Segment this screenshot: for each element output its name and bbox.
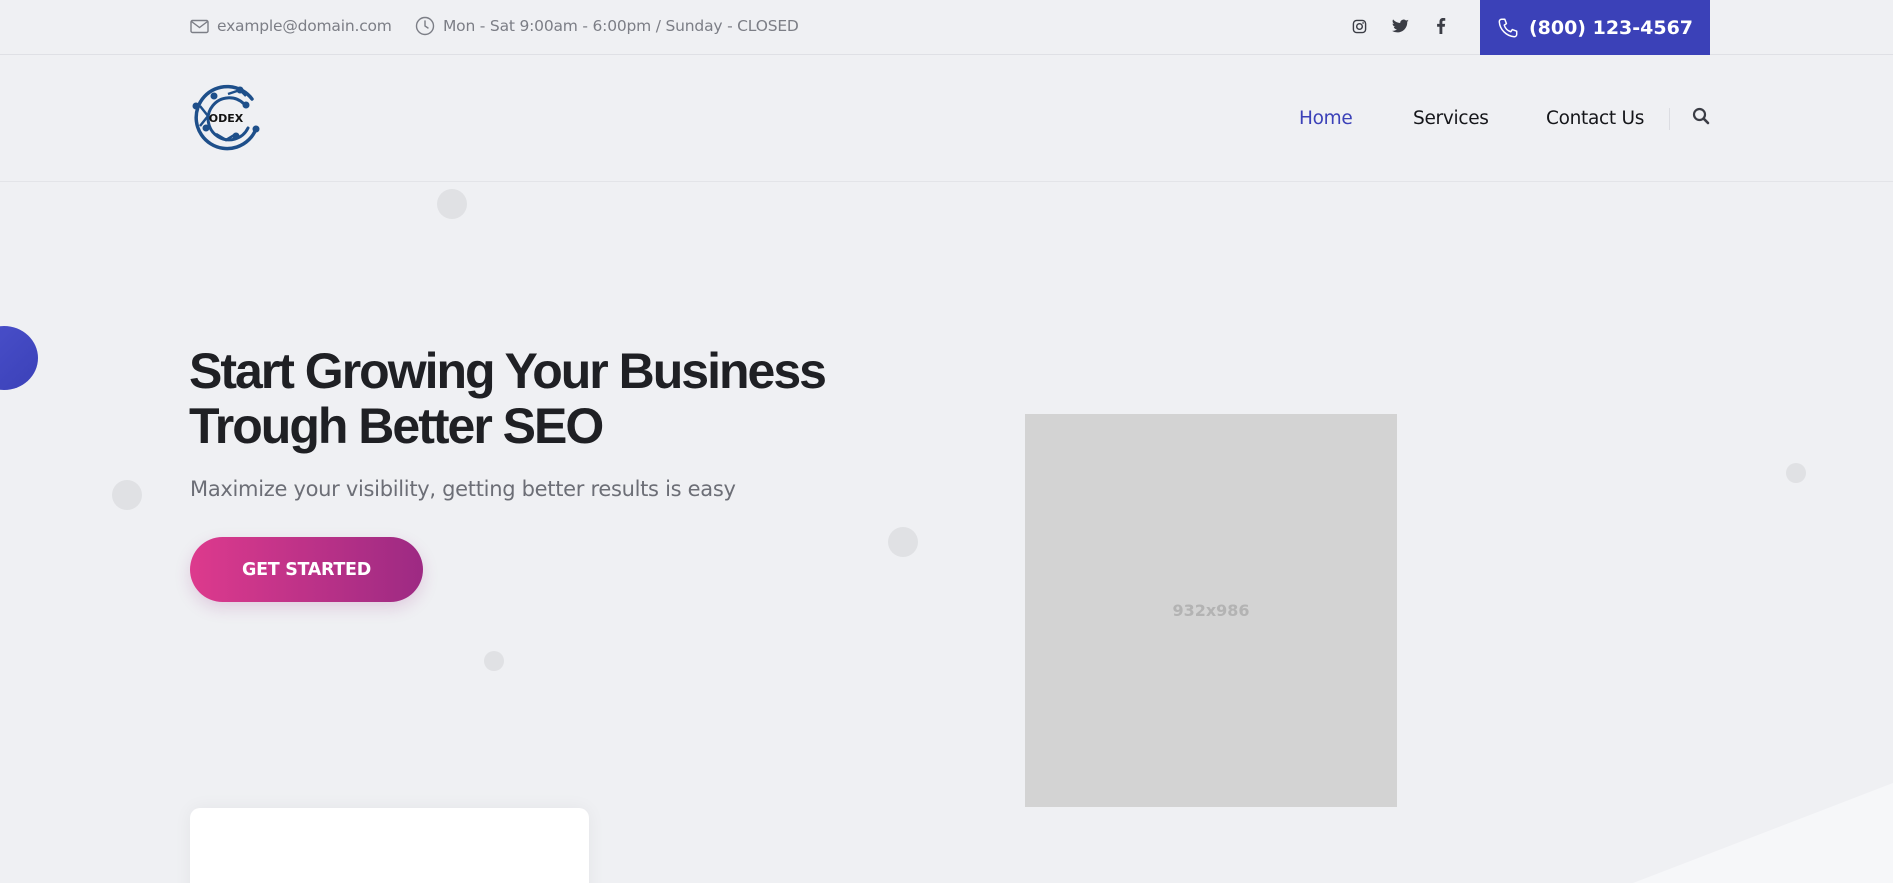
decor-dot (888, 527, 918, 557)
hero-title: Start Growing Your Business Trough Bette… (189, 344, 889, 454)
hero-title-line1: Start Growing Your Business (189, 343, 827, 399)
nav-divider (1669, 108, 1670, 130)
puzzle-icon (360, 865, 420, 883)
decor-half-circle (0, 326, 38, 390)
hero-title-line2: Trough Better SEO (189, 398, 604, 454)
clock-icon (415, 16, 435, 36)
search-icon (1692, 107, 1710, 125)
nav-home[interactable]: Home (1299, 108, 1353, 129)
hero-subtitle: Maximize your visibility, getting better… (190, 477, 736, 501)
decor-dot (437, 189, 467, 219)
twitter-icon (1391, 18, 1409, 32)
decor-dot (1786, 463, 1806, 483)
phone-button[interactable]: (800) 123-4567 (1480, 0, 1710, 55)
nav-services[interactable]: Services (1413, 108, 1489, 129)
hero-image-placeholder: 932x986 (1025, 414, 1397, 807)
contact-email[interactable]: example@domain.com (190, 16, 392, 36)
phone-number: (800) 123-4567 (1528, 16, 1694, 39)
search-button[interactable] (1692, 107, 1712, 127)
top-bar: example@domain.com Mon - Sat 9:00am - 6:… (0, 0, 1893, 55)
business-hours: Mon - Sat 9:00am - 6:00pm / Sunday - CLO… (415, 16, 799, 36)
feature-card (190, 808, 589, 883)
site-logo[interactable]: ODEX (190, 82, 264, 154)
nav-contact-us[interactable]: Contact Us (1546, 108, 1644, 129)
facebook-icon (1437, 18, 1446, 34)
main-header: ODEX Home Services Contact Us (0, 55, 1893, 182)
facebook-link[interactable] (1430, 15, 1452, 37)
mail-icon (190, 19, 209, 33)
email-text: example@domain.com (217, 17, 392, 35)
hours-text: Mon - Sat 9:00am - 6:00pm / Sunday - CLO… (443, 17, 799, 35)
instagram-icon (1352, 19, 1366, 33)
logo-text: ODEX (209, 112, 244, 125)
instagram-link[interactable] (1348, 15, 1370, 37)
twitter-link[interactable] (1389, 15, 1411, 37)
phone-icon (1498, 18, 1518, 37)
placeholder-size-label: 932x986 (1172, 601, 1250, 620)
get-started-button[interactable]: GET STARTED (190, 537, 423, 602)
decor-dot (112, 480, 142, 510)
decor-dot (484, 651, 504, 671)
decor-corner-shape (1633, 783, 1893, 883)
